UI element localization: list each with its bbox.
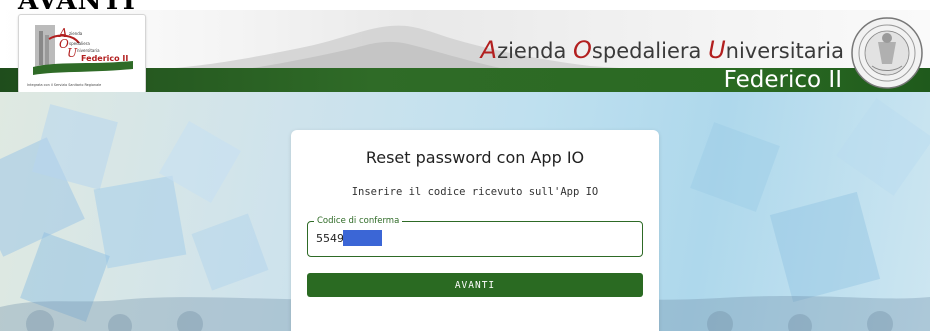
brand-subtitle: Federico II	[723, 67, 842, 92]
site-header: A zienda O spedaliera U niversitaria Fed…	[0, 10, 930, 92]
aou-logo[interactable]: A zienda O spedaliera U niversitaria Fed…	[18, 14, 146, 92]
aou-logo-mark: A zienda O spedaliera U niversitaria Fed…	[33, 25, 133, 75]
confirmation-code-field[interactable]: Codice di conferma 5549	[307, 215, 643, 257]
reset-password-card: Reset password con App IO Inserire il co…	[291, 130, 659, 331]
redaction-box	[343, 230, 382, 246]
university-seal-icon	[851, 17, 923, 89]
brand-title: Azienda Ospedaliera Universitaria	[480, 36, 844, 64]
confirmation-code-input[interactable]: 5549	[316, 232, 344, 245]
logo-line-3: niversitaria	[77, 48, 100, 53]
confirmation-code-label: Codice di conferma	[314, 215, 403, 227]
logo-line-4: Federico II	[81, 54, 128, 63]
avanti-button[interactable]: AVANTI	[307, 273, 643, 297]
logo-line-1: zienda	[69, 31, 83, 36]
logo-fine-print: Integrata con il Servizio Sanitario Regi…	[27, 83, 102, 87]
card-instructions: Inserire il codice ricevuto sull'App IO	[351, 186, 599, 198]
card-title: Reset password con App IO	[365, 148, 585, 167]
